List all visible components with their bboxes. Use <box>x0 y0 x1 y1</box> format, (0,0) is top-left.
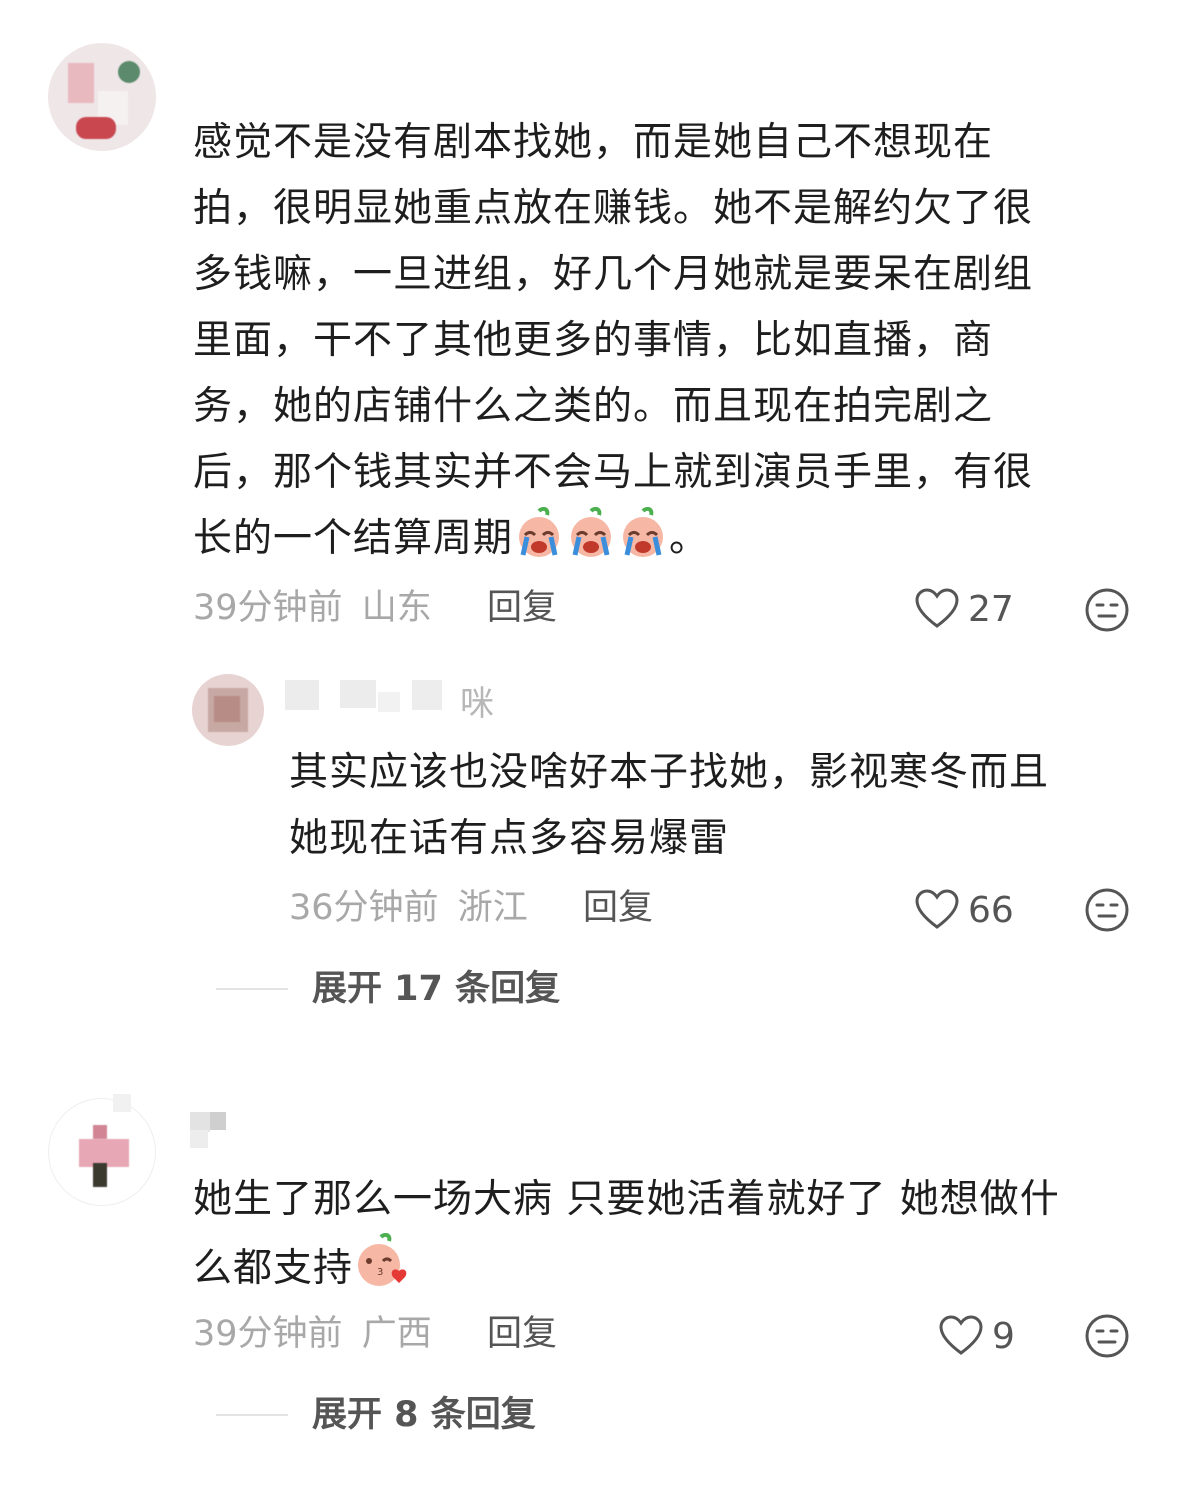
like-button[interactable]: 66 <box>914 888 1014 934</box>
expand-divider <box>216 988 288 990</box>
comment-line: 务，她的店铺什么之类的。而且现在拍完剧之 <box>193 384 994 429</box>
comment-line: 拍，很明显她重点放在赚钱。她不是解约欠了很 <box>193 186 1034 231</box>
avatar[interactable] <box>48 1098 156 1206</box>
avatar[interactable] <box>48 43 156 151</box>
heart-icon <box>914 888 960 934</box>
comment-time: 39分钟前 <box>193 588 343 628</box>
reply-username[interactable]: 咪 <box>460 684 494 724</box>
username-mask <box>190 1130 208 1148</box>
reply-time: 36分钟前 <box>289 888 439 928</box>
comment-line: 多钱嘛，一旦进组，好几个月她就是要呆在剧组 <box>193 252 1034 297</box>
reply-username-mask <box>412 680 442 710</box>
crying-face-emoji <box>513 506 565 580</box>
like-count: 66 <box>968 890 1014 931</box>
comment-meta: 39分钟前 山东 <box>193 586 432 630</box>
comment-meta: 39分钟前 广西 <box>193 1312 432 1356</box>
reply-button[interactable]: 回复 <box>487 586 557 630</box>
dislike-face-icon[interactable] <box>1084 887 1130 937</box>
heart-icon <box>938 1314 984 1360</box>
dislike-face-icon[interactable] <box>1084 1313 1130 1363</box>
heart-icon <box>914 587 960 633</box>
comment-location: 山东 <box>361 588 432 628</box>
reply-username-mask <box>340 680 376 708</box>
username-mask <box>190 1112 210 1132</box>
comment-line: 后，那个钱其实并不会马上就到演员手里，有很 <box>193 450 1034 495</box>
avatar-decoration <box>113 1094 131 1112</box>
reply-location: 浙江 <box>457 888 528 928</box>
crying-face-emoji <box>565 506 617 580</box>
dislike-face-icon[interactable] <box>1084 587 1130 637</box>
crying-face-emoji <box>617 506 669 580</box>
reply-text: 其实应该也没啥好本子找她，影视寒冬而且 她现在话有点多容易爆雷 <box>289 740 1129 872</box>
reply-meta: 36分钟前 浙江 <box>289 886 528 930</box>
reply-username-mask <box>378 692 400 712</box>
like-button[interactable]: 27 <box>914 587 1014 633</box>
comment-line: 感觉不是没有剧本找她，而是她自己不想现在 <box>193 120 994 165</box>
comment-line: 里面，干不了其他更多的事情，比如直播，商 <box>193 318 994 363</box>
reply-line: 其实应该也没啥好本子找她，影视寒冬而且 <box>289 750 1050 795</box>
comment-location: 广西 <box>361 1314 432 1354</box>
comment-line-last: 长的一个结算周期。 <box>193 506 1123 580</box>
reply-button[interactable]: 回复 <box>583 886 653 930</box>
kissing-face-emoji: 3 <box>353 1232 409 1310</box>
expand-replies-button[interactable]: 展开 8 条回复 <box>312 1393 536 1437</box>
comment-text: 她生了那么一场大病 只要她活着就好了 她想做什 么都支持 3 <box>193 1167 1153 1310</box>
comment-line: 她生了那么一场大病 只要她活着就好了 她想做什 <box>193 1177 1060 1222</box>
comment-time: 39分钟前 <box>193 1314 343 1354</box>
reply-line: 她现在话有点多容易爆雷 <box>289 816 730 861</box>
comment-line-last: 么都支持 3 <box>193 1232 1153 1310</box>
reply-avatar[interactable] <box>192 674 264 746</box>
like-count: 9 <box>992 1316 1015 1357</box>
expand-replies-button[interactable]: 展开 17 条回复 <box>312 967 560 1011</box>
like-count: 27 <box>968 589 1014 630</box>
svg-text:3: 3 <box>377 1267 384 1278</box>
reply-username-mask <box>285 680 319 710</box>
comment-text: 感觉不是没有剧本找她，而是她自己不想现在 拍，很明显她重点放在赚钱。她不是解约欠… <box>193 110 1123 580</box>
like-button[interactable]: 9 <box>938 1314 1015 1360</box>
expand-divider <box>216 1414 288 1416</box>
username-mask <box>210 1112 226 1130</box>
reply-button[interactable]: 回复 <box>487 1312 557 1356</box>
